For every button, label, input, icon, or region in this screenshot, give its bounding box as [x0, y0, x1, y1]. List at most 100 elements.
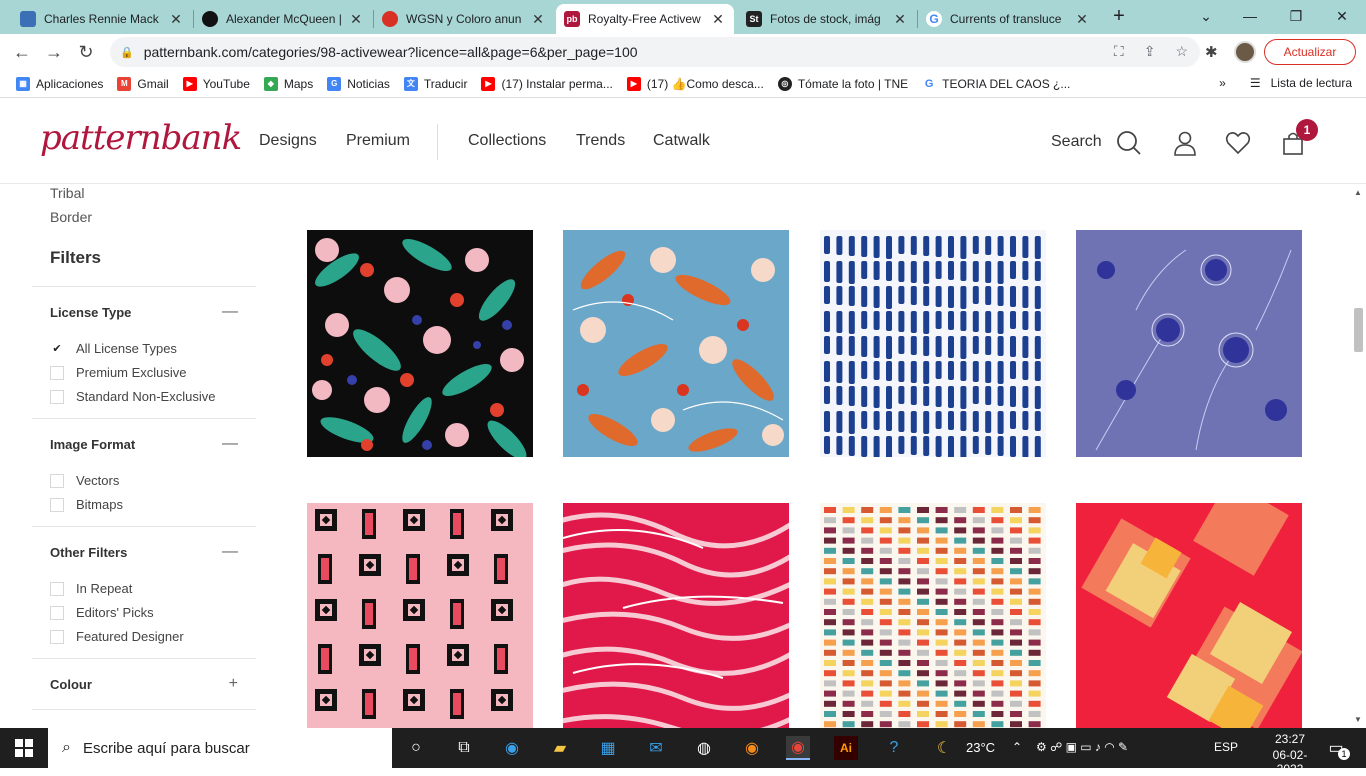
filter-option[interactable]: ✔ All License Types — [50, 341, 177, 356]
bookmark-item[interactable]: G Noticias — [327, 76, 390, 91]
nav-premium[interactable]: Premium — [346, 132, 410, 150]
design-tile[interactable] — [820, 503, 1046, 730]
account-icon[interactable] — [1172, 130, 1198, 156]
bookmark-item[interactable]: ◆ Maps — [263, 76, 313, 91]
update-button[interactable]: Actualizar — [1264, 39, 1356, 65]
expand-icon[interactable]: + — [229, 675, 238, 693]
bookmark-item[interactable]: ▦ Aplicaciones — [16, 76, 103, 91]
design-tile[interactable] — [563, 503, 789, 730]
checkbox[interactable] — [50, 497, 64, 512]
close-window-button[interactable]: ✕ — [1322, 4, 1362, 28]
illustrator-icon[interactable]: Ai — [834, 736, 858, 760]
address-bar[interactable]: 🔒 patternbank.com/categories/98-activewe… — [110, 37, 1200, 67]
scrollbar-thumb[interactable] — [1354, 308, 1363, 352]
filter-option[interactable]: Editors' Picks — [50, 605, 154, 620]
checkbox[interactable] — [50, 629, 64, 644]
heart-icon[interactable] — [1225, 130, 1251, 156]
edge-icon[interactable]: ◉ — [500, 736, 524, 760]
notifications-icon[interactable]: ▭ 1 — [1324, 736, 1350, 760]
filter-option[interactable]: Vectors — [50, 473, 119, 488]
tray-chevron-icon[interactable]: ⌃ — [1012, 740, 1022, 754]
filter-option[interactable]: Featured Designer — [50, 629, 184, 644]
chrome-icon[interactable]: ◉ — [786, 736, 810, 760]
design-tile[interactable] — [307, 230, 533, 457]
category-link[interactable]: Border — [50, 209, 92, 225]
language-indicator[interactable]: ESP — [1214, 740, 1238, 754]
filter-option[interactable]: Standard Non-Exclusive — [50, 389, 215, 404]
reading-list-label[interactable]: Lista de lectura — [1271, 76, 1352, 90]
tab-active[interactable]: pb Royalty-Free Activew ✕ — [556, 4, 734, 34]
site-logo[interactable]: patternbank — [40, 118, 242, 158]
taskbar-search-input[interactable]: ⌕ Escribe aquí para buscar — [48, 728, 392, 768]
filter-group-title[interactable]: Image Format — [50, 437, 135, 452]
bookmark-item[interactable]: M Gmail — [117, 76, 169, 91]
clock[interactable]: 23:27 06-02-2022 — [1262, 732, 1318, 776]
cortana-icon[interactable]: ○ — [404, 736, 428, 760]
app-icon[interactable]: ◉ — [740, 736, 764, 760]
nav-collections[interactable]: Collections — [468, 132, 546, 150]
tab[interactable]: WGSN y Coloro anun ✕ — [374, 4, 554, 34]
close-icon[interactable]: ✕ — [168, 11, 184, 28]
search-label[interactable]: Search — [1051, 133, 1102, 151]
store-icon[interactable]: ▦ — [596, 736, 620, 760]
design-tile[interactable] — [1076, 230, 1302, 457]
category-link[interactable]: Tribal — [50, 185, 85, 201]
tray-icons[interactable]: ⚙ ☍ ▣ ▭ ♪ ◠ ✎ — [1036, 740, 1128, 754]
design-tile[interactable] — [820, 230, 1046, 457]
tab[interactable]: G Currents of transluce ✕ — [918, 4, 1098, 34]
bookmark-item[interactable]: ▶ (17) Instalar perma... — [481, 76, 613, 91]
avatar[interactable] — [1234, 41, 1256, 63]
search-icon[interactable] — [1116, 130, 1142, 156]
tab[interactable]: Charles Rennie Mack ✕ — [12, 4, 192, 34]
mail-icon[interactable]: ✉ — [644, 736, 668, 760]
minimize-button[interactable]: — — [1230, 4, 1270, 28]
share-icon[interactable]: ⇪ — [1144, 43, 1156, 60]
translate-icon[interactable]: ⛶ — [1114, 43, 1124, 60]
maximize-button[interactable]: ❐ — [1276, 4, 1316, 28]
close-icon[interactable]: ✕ — [530, 11, 546, 28]
design-tile[interactable] — [563, 230, 789, 457]
bookmark-item[interactable]: ▶ YouTube — [182, 76, 250, 91]
bookmark-item[interactable]: ▶ (17) 👍Como desca... — [626, 76, 764, 91]
bookmark-star-icon[interactable]: ☆ — [1175, 43, 1188, 60]
back-icon[interactable]: ← — [10, 40, 34, 64]
collapse-icon[interactable]: — — [222, 303, 238, 321]
chevron-down-icon[interactable]: ⌄ — [1186, 4, 1226, 28]
reload-icon[interactable]: ↻ — [74, 40, 98, 64]
collapse-icon[interactable]: — — [222, 543, 238, 561]
bookmark-item[interactable]: G TEORIA DEL CAOS ¿... — [922, 76, 1070, 91]
filter-option[interactable]: Premium Exclusive — [50, 365, 187, 380]
tab[interactable]: St Fotos de stock, imág ✕ — [738, 4, 916, 34]
tab[interactable]: Alexander McQueen | ✕ — [194, 4, 372, 34]
close-icon[interactable]: ✕ — [892, 11, 908, 28]
task-view-icon[interactable]: ⧉ — [452, 736, 476, 760]
filter-group-title[interactable]: Colour — [50, 677, 92, 692]
collapse-icon[interactable]: — — [222, 435, 238, 453]
reading-list-icon[interactable]: ☰ — [1250, 76, 1261, 90]
page-scrollbar[interactable]: ▲ ▼ — [1350, 184, 1366, 728]
checkbox[interactable] — [50, 581, 64, 596]
forward-icon[interactable]: → — [42, 40, 66, 64]
design-tile[interactable] — [1076, 503, 1302, 730]
app-icon[interactable]: ◍ — [692, 736, 716, 760]
close-icon[interactable]: ✕ — [348, 11, 364, 28]
bookmark-item[interactable]: 文 Traducir — [403, 76, 467, 91]
nav-designs[interactable]: Designs — [259, 132, 317, 150]
more-bookmarks-icon[interactable]: » — [1219, 76, 1226, 90]
checkbox[interactable] — [50, 605, 64, 620]
filter-group-title[interactable]: Other Filters — [50, 545, 127, 560]
bookmark-item[interactable]: ◎ Tómate la foto | TNE — [777, 76, 908, 91]
file-explorer-icon[interactable]: ▰ — [548, 736, 572, 760]
filter-group-title[interactable]: License Type — [50, 305, 131, 320]
windows-start-icon[interactable] — [12, 736, 36, 760]
help-icon[interactable]: ? — [882, 736, 906, 760]
checkbox[interactable] — [50, 389, 64, 404]
checkbox[interactable] — [50, 473, 64, 488]
filter-option[interactable]: In Repeat — [50, 581, 132, 596]
filter-option[interactable]: Bitmaps — [50, 497, 123, 512]
nav-catwalk[interactable]: Catwalk — [653, 132, 710, 150]
close-icon[interactable]: ✕ — [710, 11, 726, 28]
new-tab-button[interactable]: + — [1108, 6, 1130, 28]
design-tile[interactable] — [307, 503, 533, 730]
extensions-icon[interactable]: ✱ — [1205, 43, 1218, 61]
